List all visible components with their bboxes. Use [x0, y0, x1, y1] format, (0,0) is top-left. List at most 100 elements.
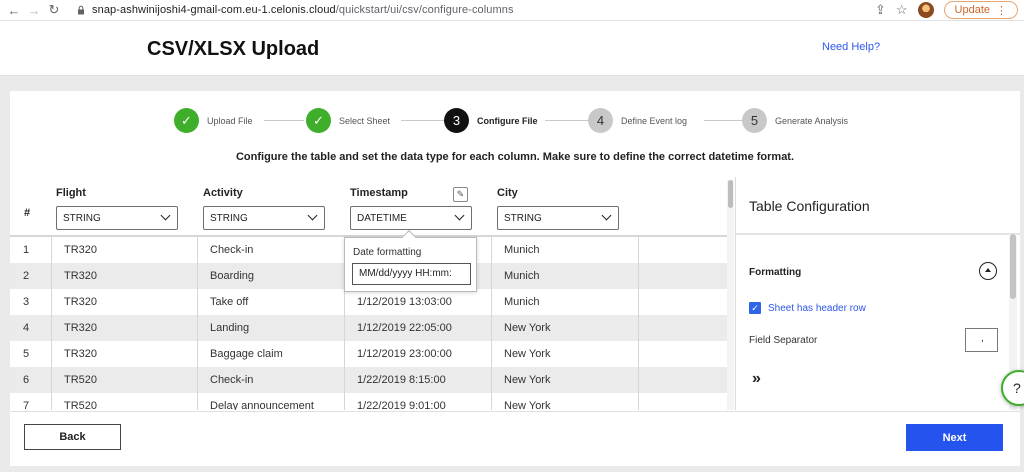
cell-activity: Check-in [210, 244, 254, 256]
stepper: ✓ Upload File ✓ Select Sheet 3 Configure… [10, 108, 1020, 138]
type-select-value: STRING [504, 212, 542, 224]
cell-flight: TR320 [64, 322, 98, 334]
cell-activity: Delay announcement [210, 400, 314, 410]
step-connector [264, 120, 304, 121]
type-select-activity[interactable]: STRING [203, 206, 325, 230]
cell-timestamp: 1/12/2019 22:05:00 [357, 322, 452, 334]
cell-timestamp: 1/12/2019 23:00:00 [357, 348, 452, 360]
star-icon[interactable]: ☆ [896, 2, 908, 18]
step-upload-file: ✓ Upload File [174, 108, 253, 133]
panel-divider [736, 233, 1020, 235]
avatar[interactable] [917, 2, 934, 18]
cell-flight: TR320 [64, 270, 98, 282]
row-index: 7 [23, 400, 30, 410]
step-connector [704, 120, 747, 121]
instructions-text: Configure the table and set the data typ… [235, 151, 795, 163]
forward-arrow-icon[interactable]: → [24, 3, 44, 18]
column-header-city: City [497, 187, 518, 199]
pencil-icon[interactable]: ✎ [453, 187, 468, 202]
cell-city: Munich [504, 244, 540, 256]
table-row: 5 TR320 Baggage claim 1/12/2019 23:00:00… [10, 341, 728, 367]
data-table: # Flight Activity Timestamp City ✎ STRIN… [10, 177, 735, 410]
share-icon[interactable]: ⇪ [875, 2, 886, 18]
type-select-value: STRING [63, 212, 101, 224]
table-row: 7 TR520 Delay announcement 1/22/2019 9:0… [10, 393, 728, 410]
step-label: Upload File [207, 115, 253, 126]
row-index: 6 [23, 374, 30, 386]
wizard-card: ✓ Upload File ✓ Select Sheet 3 Configure… [10, 91, 1020, 466]
cell-city: New York [504, 374, 551, 386]
browser-bar: ← → ↻ snap-ashwinijoshi4-gmail-com.eu-1.… [0, 0, 1024, 21]
double-chevron-right-icon[interactable]: » [752, 370, 761, 388]
table-row: 4 TR320 Landing 1/12/2019 22:05:00 New Y… [10, 315, 728, 341]
cell-city: Munich [504, 296, 540, 308]
row-index: 3 [23, 296, 30, 308]
cell-flight: TR520 [64, 400, 98, 410]
url-path: /quickstart/ui/csv/configure-columns [335, 4, 514, 16]
column-header-flight: Flight [56, 187, 86, 199]
scrollbar-thumb[interactable] [1010, 234, 1016, 299]
table-scrollbar[interactable] [727, 180, 734, 410]
row-index: 1 [23, 244, 30, 256]
cell-city: New York [504, 348, 551, 360]
column-divider [638, 237, 639, 410]
field-separator-label: Field Separator [749, 335, 818, 346]
app-header: CSV/XLSX Upload Need Help? [0, 21, 1024, 76]
step-configure-file: 3 Configure File [444, 108, 538, 133]
field-separator-input[interactable]: , [965, 328, 998, 352]
panel-title: Table Configuration [749, 198, 870, 214]
page-title: CSV/XLSX Upload [147, 38, 320, 60]
question-mark-icon: ? [1013, 380, 1021, 396]
back-arrow-icon[interactable]: ← [4, 3, 24, 18]
step-generate-analysis: 5 Generate Analysis [742, 108, 848, 133]
date-format-input[interactable]: MM/dd/yyyy HH:mm: [352, 263, 471, 285]
address-bar[interactable]: snap-ashwinijoshi4-gmail-com.eu-1.celoni… [92, 4, 514, 16]
step-define-event-log: 4 Define Event log [588, 108, 687, 133]
column-divider [491, 237, 492, 410]
header-row-checkbox-row[interactable]: ✓ Sheet has header row [749, 302, 866, 314]
step-label: Generate Analysis [775, 115, 849, 126]
step-select-sheet: ✓ Select Sheet [306, 108, 390, 133]
type-select-value: DATETIME [357, 212, 407, 224]
type-select-timestamp[interactable]: DATETIME [350, 206, 472, 230]
cell-city: Munich [504, 270, 540, 282]
check-icon: ✓ [174, 108, 199, 133]
update-button[interactable]: Update ⋮ [943, 1, 1018, 19]
update-label: Update [954, 4, 990, 16]
cell-activity: Landing [210, 322, 250, 334]
check-icon: ✓ [306, 108, 331, 133]
cell-timestamp: 1/22/2019 8:15:00 [357, 374, 446, 386]
kebab-menu-icon: ⋮ [996, 4, 1007, 17]
table-row: 3 TR320 Take off 1/12/2019 13:03:00 Muni… [10, 289, 728, 315]
date-format-popover: Date formatting MM/dd/yyyy HH:mm: [344, 229, 477, 292]
step-connector [545, 120, 588, 121]
cell-flight: TR320 [64, 296, 98, 308]
step-label: Define Event log [621, 115, 688, 126]
cell-flight: TR320 [64, 348, 98, 360]
row-index: 4 [23, 322, 30, 334]
scrollbar-thumb[interactable] [728, 180, 733, 208]
cell-activity: Baggage claim [210, 348, 283, 360]
checkbox-checked-icon[interactable]: ✓ [749, 302, 761, 314]
step-connector [401, 120, 446, 121]
chevron-down-icon [601, 210, 612, 221]
reload-icon[interactable]: ↻ [44, 2, 64, 18]
type-select-flight[interactable]: STRING [56, 206, 178, 230]
collapse-icon[interactable] [979, 262, 997, 280]
need-help-link[interactable]: Need Help? [822, 41, 880, 53]
type-select-city[interactable]: STRING [497, 206, 619, 230]
table-configuration-panel: Table Configuration Formatting ✓ Sheet h… [735, 177, 1020, 410]
back-button[interactable]: Back [24, 424, 121, 450]
cell-activity: Check-in [210, 374, 254, 386]
chevron-down-icon [454, 210, 465, 221]
table-row: 6 TR520 Check-in 1/22/2019 8:15:00 New Y… [10, 367, 728, 393]
chevron-down-icon [307, 210, 318, 221]
header-row-label[interactable]: Sheet has header row [768, 303, 866, 314]
cell-timestamp: 1/22/2019 9:01:00 [357, 400, 446, 410]
cell-flight: TR320 [64, 244, 98, 256]
next-button[interactable]: Next [906, 424, 1003, 451]
lock-icon [78, 5, 84, 15]
column-header-activity: Activity [203, 187, 243, 199]
cell-city: New York [504, 400, 551, 410]
chevron-down-icon [160, 210, 171, 221]
